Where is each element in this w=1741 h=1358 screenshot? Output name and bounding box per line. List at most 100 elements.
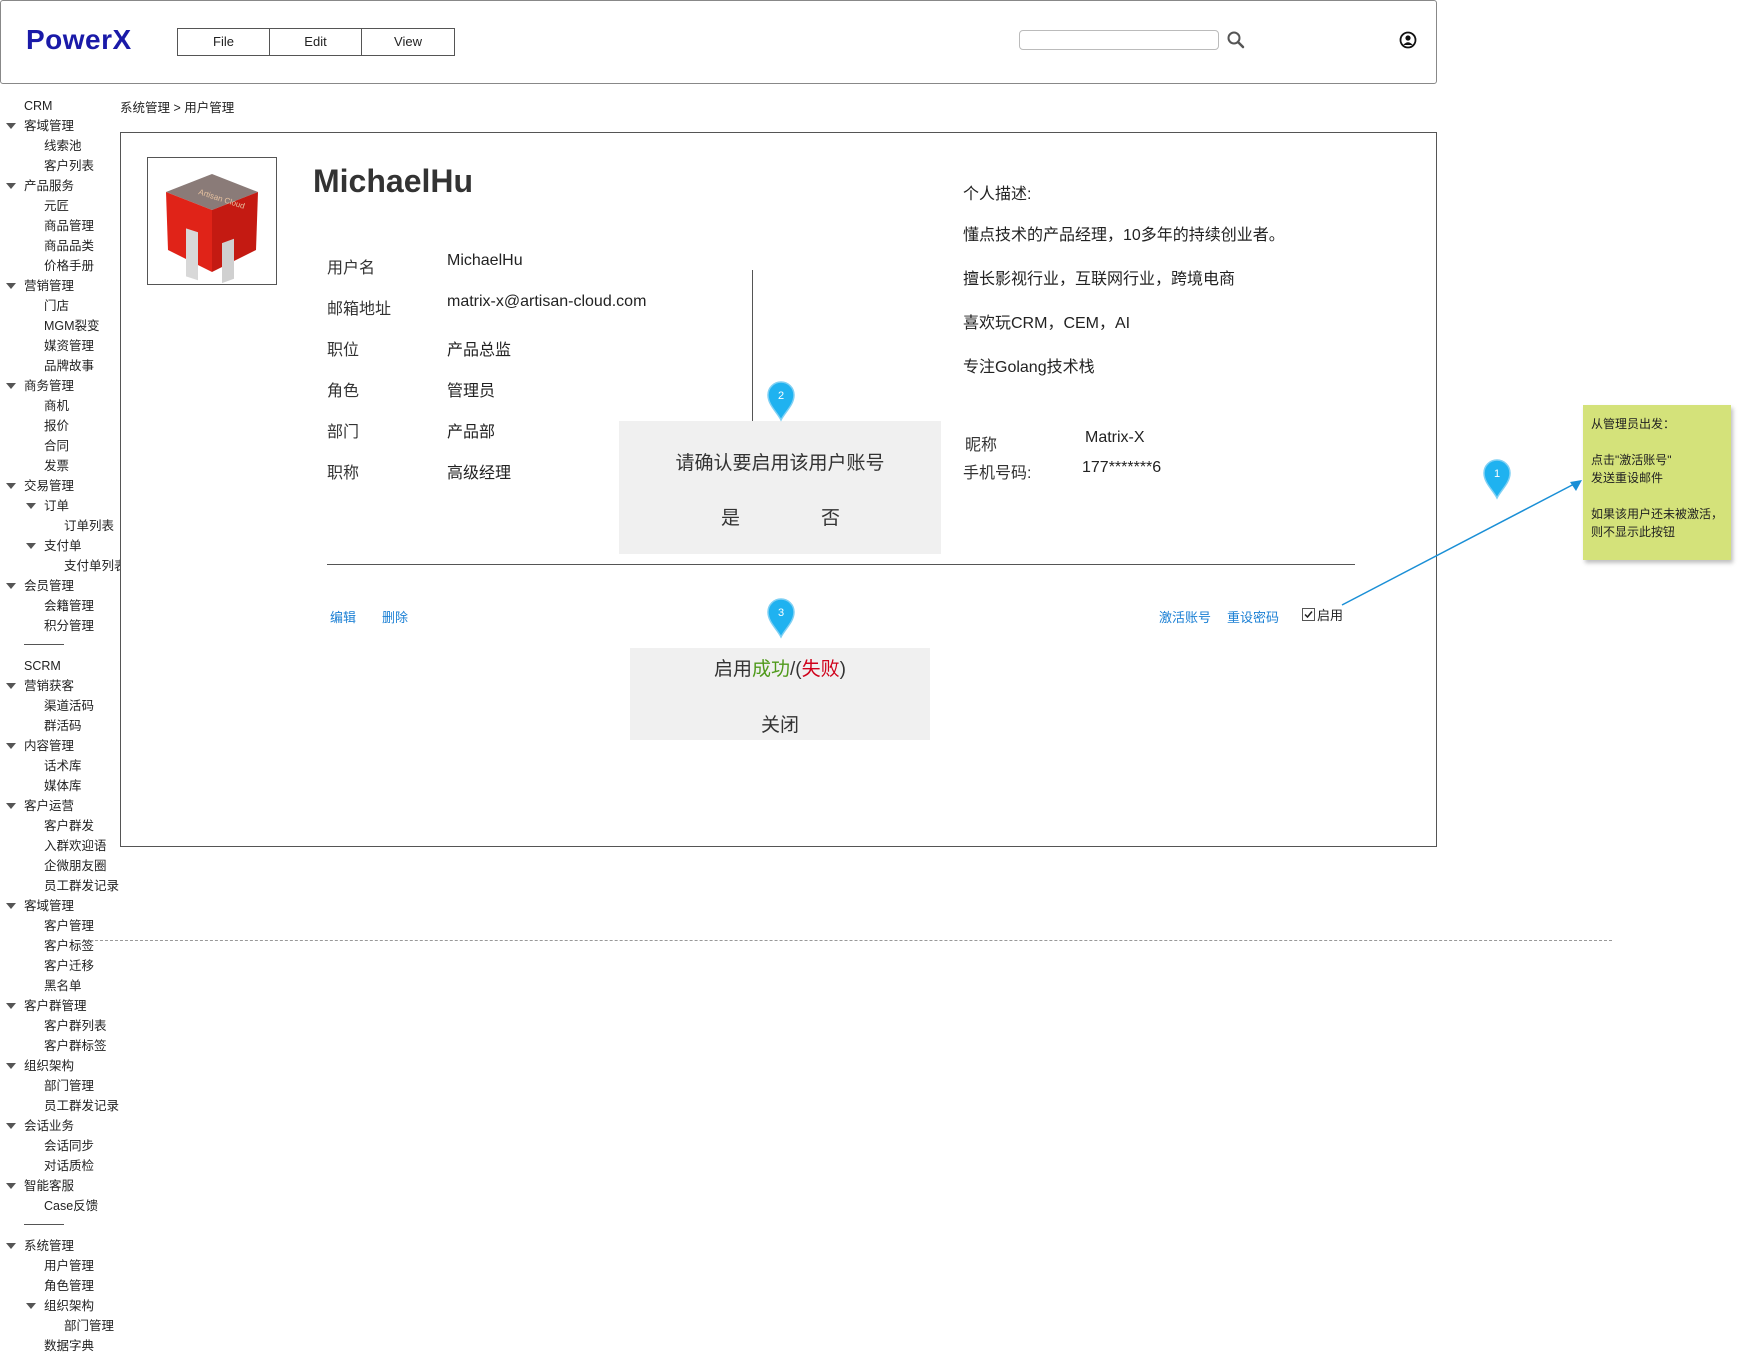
sidebar-item[interactable]: 用户管理 <box>44 1256 94 1276</box>
dashed-guide-line <box>95 940 1612 941</box>
sidebar-item[interactable]: 门店 <box>44 296 69 316</box>
chevron-down-icon[interactable] <box>6 1183 16 1189</box>
sidebar-item[interactable]: 会话同步 <box>44 1136 94 1156</box>
sidebar-item[interactable]: 订单 <box>44 496 69 516</box>
delete-link[interactable]: 删除 <box>382 607 408 626</box>
chevron-down-icon[interactable] <box>6 1003 16 1009</box>
sidebar-item[interactable]: 部门管理 <box>44 1076 94 1096</box>
menu-edit[interactable]: Edit <box>270 29 362 55</box>
chevron-down-icon[interactable] <box>6 903 16 909</box>
chevron-down-icon[interactable] <box>6 283 16 289</box>
sidebar-item[interactable]: 角色管理 <box>44 1276 94 1296</box>
confirm-yes-button[interactable]: 是 <box>721 503 740 530</box>
sidebar-item[interactable]: 商品管理 <box>44 216 94 236</box>
sidebar-item[interactable]: 对话质检 <box>44 1156 94 1176</box>
sidebar-item[interactable]: 群活码 <box>44 716 82 736</box>
sidebar-item[interactable]: 会籍管理 <box>44 596 94 616</box>
sidebar-item[interactable]: 客户群发 <box>44 816 94 836</box>
sidebar-item[interactable]: 客户群标签 <box>44 1036 107 1056</box>
sidebar-item[interactable]: 组织架构 <box>44 1296 94 1316</box>
sidebar-item[interactable]: 发票 <box>44 456 69 476</box>
sidebar-item[interactable]: Case反馈 <box>44 1196 98 1216</box>
sidebar-item[interactable]: 媒体库 <box>44 776 82 796</box>
sidebar-item[interactable]: 部门管理 <box>64 1316 114 1336</box>
sidebar-group[interactable]: CRM <box>24 96 52 116</box>
sidebar-item[interactable]: 报价 <box>44 416 69 436</box>
chevron-down-icon[interactable] <box>26 543 36 549</box>
sidebar-group[interactable]: 客户运营 <box>24 796 74 816</box>
chevron-down-icon[interactable] <box>6 1243 16 1249</box>
sidebar-separator <box>24 644 64 645</box>
sidebar-group[interactable]: 营销管理 <box>24 276 74 296</box>
sidebar-item[interactable]: 积分管理 <box>44 616 94 636</box>
chevron-down-icon[interactable] <box>6 803 16 809</box>
sidebar-item[interactable]: 媒资管理 <box>44 336 94 356</box>
sidebar-item[interactable]: 数据字典 <box>44 1336 94 1356</box>
chevron-down-icon[interactable] <box>6 183 16 189</box>
activate-account-link[interactable]: 激活账号 <box>1159 607 1211 626</box>
user-account-icon[interactable] <box>1399 31 1417 49</box>
search-input[interactable] <box>1019 30 1219 50</box>
sidebar-item[interactable]: 商品品类 <box>44 236 94 256</box>
chevron-down-icon[interactable] <box>6 483 16 489</box>
sidebar-item[interactable]: 客户管理 <box>44 916 94 936</box>
sidebar-group[interactable]: 客户群管理 <box>24 996 87 1016</box>
sidebar-item[interactable]: 元匠 <box>44 196 69 216</box>
sidebar-item[interactable]: 品牌故事 <box>44 356 94 376</box>
sidebar-group[interactable]: 会话业务 <box>24 1116 74 1136</box>
sidebar-item[interactable]: 客户标签 <box>44 936 94 956</box>
sidebar-group[interactable]: SCRM <box>24 656 61 676</box>
chevron-down-icon[interactable] <box>6 683 16 689</box>
enable-checkbox-group[interactable]: 启用 <box>1302 605 1343 624</box>
result-close-button[interactable]: 关闭 <box>630 710 930 737</box>
sidebar-group[interactable]: 产品服务 <box>24 176 74 196</box>
sidebar-item[interactable]: 员工群发记录 <box>44 876 119 896</box>
chevron-down-icon[interactable] <box>6 583 16 589</box>
sidebar-item[interactable]: 话术库 <box>44 756 82 776</box>
sidebar-group[interactable]: 组织架构 <box>24 1056 74 1076</box>
sidebar-group[interactable]: 智能客服 <box>24 1176 74 1196</box>
chevron-down-icon[interactable] <box>6 123 16 129</box>
sidebar-item[interactable]: 客户列表 <box>44 156 94 176</box>
sidebar-item[interactable]: 入群欢迎语 <box>44 836 107 856</box>
sidebar-group[interactable]: 客域管理 <box>24 116 74 136</box>
sidebar-item[interactable]: 渠道活码 <box>44 696 94 716</box>
chevron-down-icon[interactable] <box>6 1123 16 1129</box>
reset-password-link[interactable]: 重设密码 <box>1227 607 1279 626</box>
chevron-down-icon[interactable] <box>6 743 16 749</box>
enable-checkbox[interactable] <box>1302 608 1315 621</box>
label-job-title: 职称 <box>327 465 360 482</box>
sidebar-item[interactable]: 线索池 <box>44 136 82 156</box>
chevron-down-icon[interactable] <box>26 503 36 509</box>
confirm-no-button[interactable]: 否 <box>821 503 840 530</box>
sidebar-group[interactable]: 内容管理 <box>24 736 74 756</box>
sidebar-item[interactable]: 支付单 <box>44 536 82 556</box>
chevron-down-icon[interactable] <box>26 1303 36 1309</box>
sidebar-item[interactable]: 客户群列表 <box>44 1016 107 1036</box>
sidebar-group[interactable]: 系统管理 <box>24 1236 74 1256</box>
sidebar-item[interactable]: 支付单列表 <box>64 556 127 576</box>
sidebar-item[interactable]: 合同 <box>44 436 69 456</box>
search-icon[interactable] <box>1226 30 1246 50</box>
sidebar-item[interactable]: 价格手册 <box>44 256 94 276</box>
edit-link[interactable]: 编辑 <box>330 607 356 626</box>
sidebar-group[interactable]: 商务管理 <box>24 376 74 396</box>
sidebar-separator <box>24 1224 64 1225</box>
app-logo[interactable]: PowerX <box>26 24 132 56</box>
sidebar-item[interactable]: 客户迁移 <box>44 956 94 976</box>
sidebar-group[interactable]: 营销获客 <box>24 676 74 696</box>
breadcrumb[interactable]: 系统管理 > 用户管理 <box>120 97 234 116</box>
menu-file[interactable]: File <box>178 29 270 55</box>
sidebar-item[interactable]: 员工群发记录 <box>44 1096 119 1116</box>
sidebar-group[interactable]: 客域管理 <box>24 896 74 916</box>
sidebar-item[interactable]: 企微朋友圈 <box>44 856 107 876</box>
menu-view[interactable]: View <box>362 29 454 55</box>
sidebar-item[interactable]: 订单列表 <box>64 516 114 536</box>
sidebar-group[interactable]: 会员管理 <box>24 576 74 596</box>
sidebar-group[interactable]: 交易管理 <box>24 476 74 496</box>
sidebar-item[interactable]: 商机 <box>44 396 69 416</box>
chevron-down-icon[interactable] <box>6 383 16 389</box>
chevron-down-icon[interactable] <box>6 1063 16 1069</box>
sidebar-item[interactable]: MGM裂变 <box>44 316 100 336</box>
sidebar-item[interactable]: 黑名单 <box>44 976 82 996</box>
